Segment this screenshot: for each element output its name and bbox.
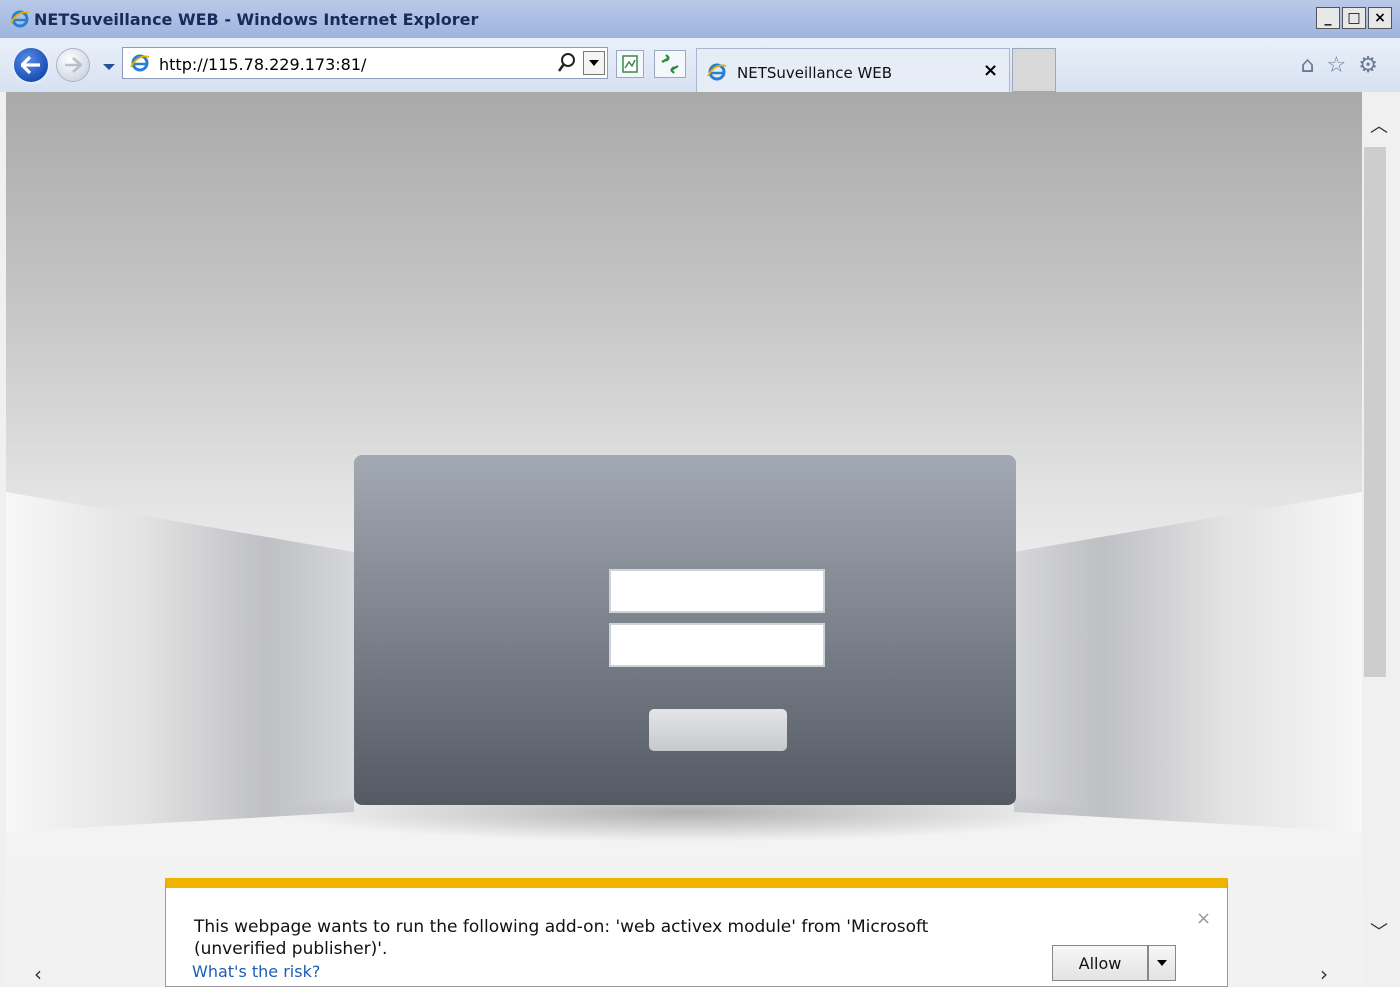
address-dropdown-button[interactable] — [583, 51, 605, 75]
tab-netsuveillance[interactable]: NETSuveillance WEB × — [696, 48, 1010, 92]
ie-page-icon — [130, 54, 150, 72]
whats-the-risk-link[interactable]: What's the risk? — [192, 962, 320, 981]
minimize-button[interactable]: _ — [1316, 7, 1340, 29]
chevron-down-icon — [1157, 959, 1167, 966]
title-bar: NETSuveillance WEB - Windows Internet Ex… — [0, 0, 1400, 38]
refresh-button[interactable] — [654, 50, 686, 78]
infobar-close-icon[interactable]: × — [1196, 908, 1211, 929]
scroll-up-icon[interactable]: ︿ — [1370, 112, 1388, 138]
search-icon[interactable] — [557, 52, 577, 74]
page-viewport — [6, 92, 1362, 987]
login-panel — [354, 455, 1016, 805]
chevron-down-icon — [589, 59, 599, 66]
password-input[interactable] — [609, 623, 825, 667]
close-window-button[interactable]: × — [1368, 7, 1392, 29]
star-icon[interactable]: ☆ — [1327, 53, 1347, 79]
back-button[interactable] — [12, 46, 50, 84]
addon-notification-bar: This webpage wants to run the following … — [165, 878, 1228, 987]
scroll-down-icon[interactable]: ﹀ — [1370, 918, 1388, 944]
background-wall-left — [6, 492, 354, 832]
url-text[interactable]: http://115.78.229.173:81/ — [159, 55, 366, 74]
scroll-left-icon[interactable]: ‹ — [34, 962, 42, 986]
home-icon[interactable]: ⌂ — [1301, 53, 1315, 79]
ie-icon — [10, 10, 30, 28]
window-controls: _ □ × — [1316, 7, 1392, 29]
vertical-scrollbar[interactable]: ︿ ﹀ — [1362, 92, 1400, 987]
forward-arrow-icon — [65, 57, 82, 73]
tab-label: NETSuveillance WEB — [737, 64, 893, 82]
addon-message: This webpage wants to run the following … — [194, 917, 929, 959]
compatibility-view-button[interactable] — [616, 50, 644, 78]
allow-button[interactable]: Allow — [1052, 945, 1148, 981]
maximize-button[interactable]: □ — [1342, 7, 1366, 29]
new-tab-button[interactable] — [1012, 48, 1056, 92]
back-arrow-icon — [21, 56, 40, 74]
background-wall-right — [1014, 492, 1362, 832]
address-bar[interactable]: http://115.78.229.173:81/ — [122, 47, 608, 79]
gear-icon[interactable]: ⚙ — [1358, 53, 1378, 79]
forward-button[interactable] — [56, 48, 90, 82]
history-dropdown-icon[interactable] — [102, 62, 116, 72]
compatibility-icon — [622, 55, 638, 73]
refresh-icon — [661, 54, 679, 74]
ie-tab-icon — [707, 63, 727, 81]
scroll-right-icon[interactable]: › — [1320, 962, 1328, 986]
username-input[interactable] — [609, 569, 825, 613]
tab-close-icon[interactable]: × — [983, 60, 998, 81]
login-button[interactable] — [649, 709, 787, 751]
allow-options-button[interactable] — [1148, 945, 1176, 981]
browser-toolbar-icons: ⌂ ☆ ⚙ — [1301, 53, 1378, 79]
scroll-thumb[interactable] — [1364, 147, 1386, 677]
window-title: NETSuveillance WEB - Windows Internet Ex… — [34, 10, 479, 29]
